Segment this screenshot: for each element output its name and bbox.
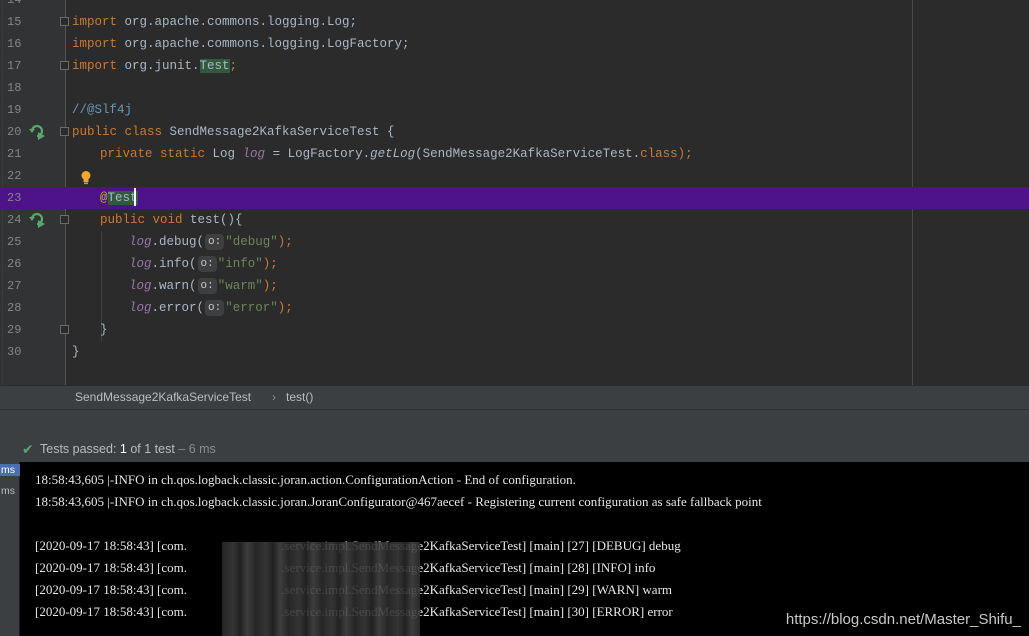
breadcrumb-method[interactable]: test() [286,390,313,404]
code-text: public void test(){ [100,213,243,227]
code-text: log.error(o: "error"); [129,300,293,316]
code-line[interactable]: 30 } [0,341,1029,363]
line-number: 17 [7,59,22,73]
code-line[interactable]: 14 [0,0,1029,11]
code-line[interactable]: 21 private static Log log = LogFactory.g… [0,143,1029,165]
fold-marker-icon[interactable] [60,215,69,224]
tool-window-header [0,409,1029,437]
test-status-text: Tests passed: 1 of 1 test – 6 ms [40,442,216,456]
watermark: https://blog.csdn.net/Master_Shifu_ [785,611,1021,628]
fold-marker-icon[interactable] [60,61,69,70]
parameter-hint: o: [205,300,225,316]
test-tree-panel[interactable]: ms ms [0,462,20,636]
fold-marker-icon[interactable] [60,127,69,136]
line-number: 28 [7,301,22,315]
code-text: log.warn(o: "warm"); [129,278,278,294]
code-text: } [72,345,80,359]
code-text: import org.junit.Test; [72,59,238,73]
line-number: 21 [7,147,22,161]
parameter-hint: o: [205,234,225,250]
code-line[interactable]: 18 [0,77,1029,99]
fold-marker-icon[interactable] [60,17,69,26]
line-number: 27 [7,279,22,293]
fold-marker-icon[interactable] [60,325,69,334]
console-line: 18:58:43,605 |-INFO in ch.qos.logback.cl… [35,494,762,509]
code-text: //@Slf4j [72,103,133,117]
code-line-current[interactable]: 23 @Test [0,187,1029,209]
breadcrumb: SendMessage2KafkaServiceTest › test() [0,385,1029,410]
intention-bulb-icon[interactable] [80,170,92,186]
line-number: 25 [7,235,22,249]
line-number: 19 [7,103,22,117]
code-text: public class SendMessage2KafkaServiceTes… [72,125,395,139]
console-line: 18:58:43,605 |-INFO in ch.qos.logback.cl… [35,472,576,487]
line-number: 16 [7,37,22,51]
code-line[interactable]: 29 } [0,319,1029,341]
code-line[interactable]: 15 import org.apache.commons.logging.Log… [0,11,1029,33]
parameter-hint: o: [197,278,217,294]
line-number: 29 [7,323,22,337]
code-text: private static Log log = LogFactory.getL… [100,147,693,161]
breadcrumb-class[interactable]: SendMessage2KafkaServiceTest [75,390,251,404]
code-text: log.info(o: "info"); [129,256,278,272]
code-line[interactable]: 28 log.error(o: "error"); [0,297,1029,319]
code-line[interactable]: 27 log.warn(o: "warm"); [0,275,1029,297]
run-test-class-icon[interactable] [28,122,46,140]
run-test-method-icon[interactable] [28,210,46,228]
redacted-package-blur [222,542,420,636]
code-text: } [100,323,108,337]
parameter-hint: o: [197,256,217,272]
code-line[interactable]: 26 log.info(o: "info"); [0,253,1029,275]
text-caret [134,188,136,206]
code-text: @Test [100,191,138,205]
code-line[interactable]: 22 [0,165,1029,187]
test-tree-item[interactable]: ms [0,485,20,497]
console-line-cut: . . . [35,462,51,465]
code-line[interactable]: 16 import org.apache.commons.logging.Log… [0,33,1029,55]
code-text: import org.apache.commons.logging.LogFac… [72,37,410,51]
line-number: 23 [7,191,22,205]
check-icon: ✔ [22,441,34,457]
line-number: 18 [7,81,22,95]
breadcrumb-separator: › [272,390,276,404]
code-line[interactable]: 17 import org.junit.Test; [0,55,1029,77]
line-number: 22 [7,169,22,183]
line-number: 15 [7,15,22,29]
line-number: 30 [7,345,22,359]
code-text: log.debug(o: "debug"); [129,234,293,250]
code-line[interactable]: 25 log.debug(o: "debug"); [0,231,1029,253]
test-status-bar: ✔ Tests passed: 1 of 1 test – 6 ms [0,436,1029,462]
test-tree-item[interactable]: ms [0,464,20,476]
line-number: 26 [7,257,22,271]
console-output[interactable]: ms ms . . . 18:58:43,605 |-INFO in ch.qo… [0,462,1029,636]
code-line[interactable]: 24 public void test(){ [0,209,1029,231]
line-number: 14 [7,0,22,7]
code-text: import org.apache.commons.logging.Log; [72,15,358,29]
code-line[interactable]: 19 //@Slf4j [0,99,1029,121]
code-line[interactable]: 20 public class SendMessage2KafkaService… [0,121,1029,143]
code-editor[interactable]: 14 15 import org.apache.commons.logging.… [0,0,1029,385]
